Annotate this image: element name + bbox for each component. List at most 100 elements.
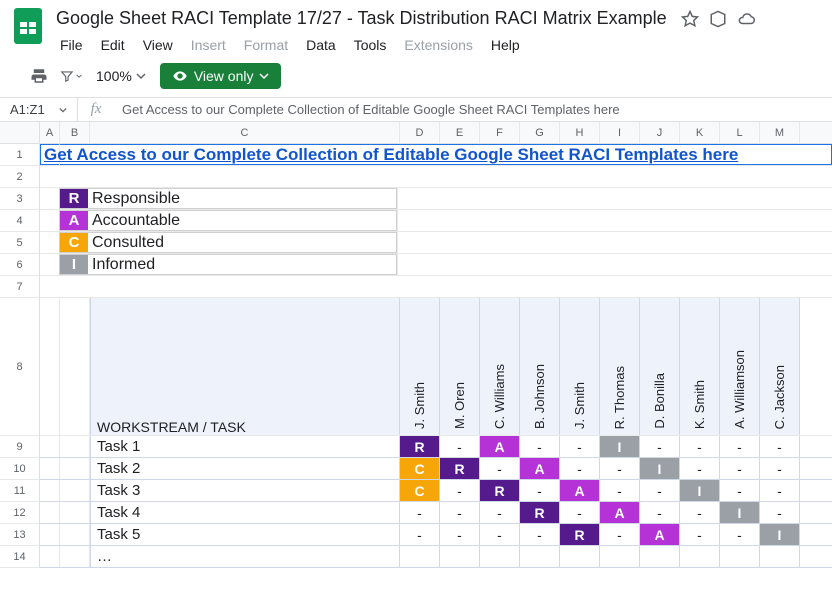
row-header[interactable]: 12: [0, 502, 39, 524]
matrix-cell[interactable]: R: [480, 480, 520, 501]
matrix-cell[interactable]: -: [720, 524, 760, 545]
matrix-cell[interactable]: -: [760, 480, 800, 501]
matrix-cell[interactable]: -: [480, 502, 520, 523]
matrix-cell[interactable]: -: [440, 480, 480, 501]
matrix-cell[interactable]: A: [480, 436, 520, 457]
matrix-cell[interactable]: [760, 546, 800, 567]
matrix-cell[interactable]: R: [400, 436, 440, 457]
view-only-button[interactable]: View only: [160, 63, 282, 89]
menu-file[interactable]: File: [52, 33, 91, 57]
matrix-cell[interactable]: -: [480, 524, 520, 545]
matrix-cell[interactable]: -: [760, 502, 800, 523]
formula-bar[interactable]: Get Access to our Complete Collection of…: [114, 102, 832, 117]
row-header[interactable]: 9: [0, 436, 39, 458]
matrix-cell[interactable]: -: [520, 524, 560, 545]
row-header[interactable]: 5: [0, 232, 39, 254]
person-header[interactable]: A. Williamson: [720, 298, 760, 435]
person-header[interactable]: R. Thomas: [600, 298, 640, 435]
matrix-cell[interactable]: [440, 546, 480, 567]
name-box[interactable]: A1:Z1: [0, 98, 78, 121]
task-name[interactable]: Task 4: [90, 502, 400, 523]
matrix-cell[interactable]: A: [640, 524, 680, 545]
cell[interactable]: Get Access to our Complete Collection of…: [40, 144, 60, 165]
matrix-cell[interactable]: I: [760, 524, 800, 545]
move-icon[interactable]: [709, 10, 727, 28]
matrix-cell[interactable]: -: [640, 480, 680, 501]
col-header[interactable]: F: [480, 122, 520, 143]
matrix-cell[interactable]: -: [600, 458, 640, 479]
col-header[interactable]: C: [90, 122, 400, 143]
matrix-cell[interactable]: -: [680, 524, 720, 545]
task-name[interactable]: Task 5: [90, 524, 400, 545]
matrix-cell[interactable]: -: [400, 524, 440, 545]
col-header[interactable]: E: [440, 122, 480, 143]
menu-view[interactable]: View: [135, 33, 181, 57]
row-header[interactable]: 13: [0, 524, 39, 546]
col-header[interactable]: H: [560, 122, 600, 143]
matrix-cell[interactable]: [600, 546, 640, 567]
print-icon[interactable]: [28, 65, 50, 87]
matrix-cell[interactable]: -: [680, 458, 720, 479]
matrix-cell[interactable]: [640, 546, 680, 567]
matrix-cell[interactable]: -: [520, 480, 560, 501]
matrix-cell[interactable]: -: [720, 458, 760, 479]
matrix-cell[interactable]: -: [760, 458, 800, 479]
matrix-cell[interactable]: [480, 546, 520, 567]
star-icon[interactable]: [681, 10, 699, 28]
menu-tools[interactable]: Tools: [346, 33, 395, 57]
matrix-cell[interactable]: -: [600, 524, 640, 545]
row-header[interactable]: 1: [0, 144, 39, 166]
matrix-cell[interactable]: -: [440, 524, 480, 545]
row-header[interactable]: 8: [0, 298, 39, 436]
matrix-cell[interactable]: -: [600, 480, 640, 501]
menu-help[interactable]: Help: [483, 33, 528, 57]
doc-title[interactable]: Google Sheet RACI Template 17/27 - Task …: [52, 6, 671, 31]
col-header[interactable]: L: [720, 122, 760, 143]
row-header[interactable]: 3: [0, 188, 39, 210]
row-header[interactable]: 10: [0, 458, 39, 480]
matrix-cell[interactable]: -: [560, 436, 600, 457]
col-header[interactable]: D: [400, 122, 440, 143]
matrix-cell[interactable]: [680, 546, 720, 567]
task-name[interactable]: Task 2: [90, 458, 400, 479]
matrix-cell[interactable]: -: [640, 436, 680, 457]
matrix-cell[interactable]: R: [520, 502, 560, 523]
person-header[interactable]: M. Oren: [440, 298, 480, 435]
task-name[interactable]: …: [90, 546, 400, 567]
person-header[interactable]: D. Bonilla: [640, 298, 680, 435]
col-header[interactable]: G: [520, 122, 560, 143]
matrix-cell[interactable]: -: [640, 502, 680, 523]
sheets-logo[interactable]: [8, 6, 48, 46]
col-header[interactable]: B: [60, 122, 90, 143]
person-header[interactable]: K. Smith: [680, 298, 720, 435]
matrix-cell[interactable]: [720, 546, 760, 567]
cloud-icon[interactable]: [737, 10, 755, 28]
matrix-cell[interactable]: I: [680, 480, 720, 501]
col-header[interactable]: I: [600, 122, 640, 143]
row-header[interactable]: 7: [0, 276, 39, 298]
matrix-cell[interactable]: -: [680, 436, 720, 457]
workstream-header[interactable]: WORKSTREAM / TASK: [90, 298, 400, 435]
menu-edit[interactable]: Edit: [93, 33, 133, 57]
matrix-cell[interactable]: A: [520, 458, 560, 479]
row-header[interactable]: 6: [0, 254, 39, 276]
matrix-cell[interactable]: -: [560, 458, 600, 479]
matrix-cell[interactable]: [520, 546, 560, 567]
matrix-cell[interactable]: -: [720, 436, 760, 457]
person-header[interactable]: J. Smith: [400, 298, 440, 435]
matrix-cell[interactable]: I: [600, 436, 640, 457]
select-all-corner[interactable]: [0, 122, 39, 144]
col-header[interactable]: K: [680, 122, 720, 143]
matrix-cell[interactable]: C: [400, 480, 440, 501]
matrix-cell[interactable]: I: [640, 458, 680, 479]
collection-link[interactable]: Get Access to our Complete Collection of…: [44, 145, 738, 165]
matrix-cell[interactable]: C: [400, 458, 440, 479]
row-header[interactable]: 14: [0, 546, 39, 568]
matrix-cell[interactable]: [560, 546, 600, 567]
matrix-cell[interactable]: -: [440, 436, 480, 457]
matrix-cell[interactable]: R: [440, 458, 480, 479]
matrix-cell[interactable]: -: [480, 458, 520, 479]
matrix-cell[interactable]: [400, 546, 440, 567]
matrix-cell[interactable]: -: [440, 502, 480, 523]
person-header[interactable]: J. Smith: [560, 298, 600, 435]
